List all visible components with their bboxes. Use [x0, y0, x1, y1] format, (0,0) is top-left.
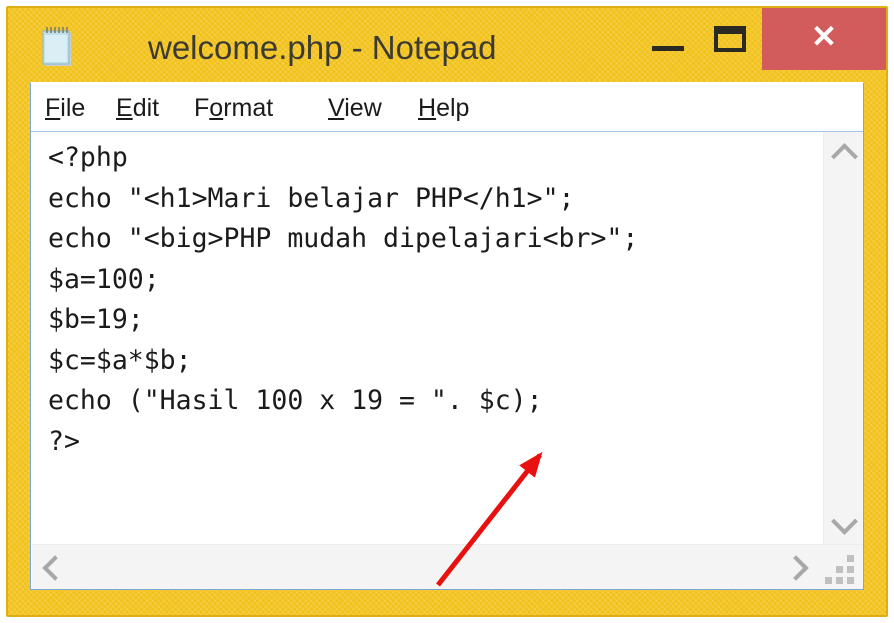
text-editor[interactable]: <?php echo "<h1>Mari belajar PHP</h1>"; … [32, 132, 822, 544]
menu-item-format[interactable]: Format [194, 91, 273, 125]
menu-item-help[interactable]: Help [418, 91, 469, 125]
vertical-scrollbar[interactable] [823, 132, 863, 544]
resize-grip[interactable] [825, 551, 859, 585]
notepad-window: welcome.php - Notepad ✕ File Edit Format… [6, 6, 888, 617]
minimize-button[interactable] [638, 8, 700, 70]
close-icon: ✕ [811, 19, 837, 54]
menu-item-view[interactable]: View [328, 91, 382, 125]
horizontal-scrollbar[interactable] [32, 544, 863, 589]
chevron-right-icon [783, 555, 809, 581]
code-content[interactable]: <?php echo "<h1>Mari belajar PHP</h1>"; … [48, 138, 638, 462]
scroll-up-button[interactable] [824, 134, 864, 174]
scroll-down-button[interactable] [824, 502, 864, 542]
menu-item-file[interactable]: File [45, 91, 85, 125]
title-bar[interactable]: welcome.php - Notepad ✕ [8, 8, 886, 82]
close-button[interactable]: ✕ [762, 8, 886, 70]
minimize-icon [652, 46, 684, 51]
window-title: welcome.php - Notepad [148, 29, 497, 66]
menu-item-edit[interactable]: Edit [116, 91, 159, 125]
chevron-up-icon [831, 143, 858, 170]
maximize-button[interactable] [700, 8, 762, 70]
menu-bar: File Edit Format View Help [31, 83, 863, 132]
notepad-icon [36, 26, 76, 70]
client-area: File Edit Format View Help <?php echo "<… [30, 82, 864, 590]
chevron-left-icon [42, 555, 68, 581]
scroll-left-button[interactable] [32, 545, 76, 589]
chevron-down-icon [831, 508, 858, 535]
scroll-right-button[interactable] [773, 545, 817, 589]
maximize-icon [714, 26, 746, 52]
